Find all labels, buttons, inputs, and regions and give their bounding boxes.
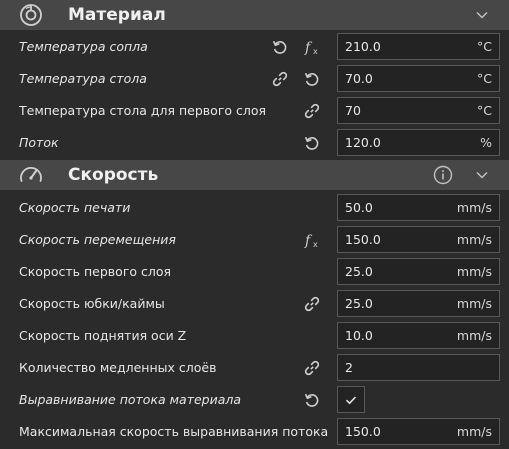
slower-layers-input[interactable]: 2 [337,354,500,381]
setting-row-flow-equalization-max-speed: Максимальная скорость выравнивания поток… [0,416,509,448]
nozzle-temperature-input[interactable]: 210.0 °C [337,33,500,60]
setting-label: Температура стола [19,71,147,86]
setting-row-print-speed: Скорость печати 50.0 mm/s [0,192,509,224]
setting-label: Температура стола для первого слоя [19,103,267,118]
setting-row-skirt-brim-speed: Скорость юбки/каймы 25.0 mm/s [0,288,509,320]
setting-label: Скорость перемещения [19,232,176,247]
flow-input[interactable]: 120.0 % [337,129,500,156]
setting-label: Поток [19,135,59,150]
checkmark-icon [345,396,357,405]
section-title-speed: Скорость [68,165,159,185]
setting-label: Максимальная скорость выравнивания поток… [19,424,329,439]
initial-layer-speed-input[interactable]: 25.0 mm/s [337,258,500,285]
setting-row-nozzle-temperature: Температура сопла 210.0 °C [0,31,509,63]
setting-label: Скорость поднятия оси Z [19,328,187,343]
setting-label: Количество медленных слоёв [19,360,217,375]
function-icon[interactable] [303,231,321,249]
reset-icon[interactable] [303,134,321,152]
flow-equalization-checkbox[interactable] [337,386,365,413]
setting-label: Скорость юбки/каймы [19,296,165,311]
section-title-material: Материал [68,5,166,25]
setting-row-z-hop-speed: Скорость поднятия оси Z 10.0 mm/s [0,320,509,352]
setting-label: Скорость печати [19,200,131,215]
link-icon[interactable] [303,359,321,377]
setting-row-bed-temperature: Температура стола 70.0 °C [0,63,509,95]
setting-label: Выравнивание потока материала [19,392,242,407]
print-speed-input[interactable]: 50.0 mm/s [337,194,500,221]
section-header-speed[interactable]: Скорость [0,160,509,190]
speedometer-icon [18,163,44,187]
setting-label: Скорость первого слоя [19,264,172,279]
setting-row-bed-temperature-initial-layer: Температура стола для первого слоя 70 °C [0,95,509,127]
info-icon[interactable] [433,165,453,185]
skirt-brim-speed-input[interactable]: 25.0 mm/s [337,290,500,317]
travel-speed-input[interactable]: 150.0 mm/s [337,226,500,253]
reset-icon[interactable] [271,38,289,56]
link-icon[interactable] [303,295,321,313]
setting-row-slower-layers: Количество медленных слоёв 2 [0,352,509,384]
bed-temperature-initial-layer-input[interactable]: 70 °C [337,97,500,124]
setting-label: Температура сопла [19,39,148,54]
function-icon[interactable] [303,38,321,56]
setting-row-flow-equalization: Выравнивание потока материала [0,384,509,416]
flow-equalization-max-speed-input[interactable]: 150.0 mm/s [337,418,500,445]
reset-icon[interactable] [303,391,321,409]
bed-temperature-input[interactable]: 70.0 °C [337,65,500,92]
z-hop-speed-input[interactable]: 10.0 mm/s [337,322,500,349]
reset-icon[interactable] [303,70,321,88]
link-icon[interactable] [271,70,289,88]
chevron-down-icon[interactable] [475,8,489,22]
link-icon[interactable] [303,102,321,120]
section-header-material[interactable]: Материал [0,0,509,30]
setting-row-initial-layer-speed: Скорость первого слоя 25.0 mm/s [0,256,509,288]
chevron-down-icon[interactable] [475,168,489,182]
setting-row-travel-speed: Скорость перемещения 150.0 mm/s [0,224,509,256]
spool-icon [18,3,44,27]
setting-row-flow: Поток 120.0 % [0,127,509,159]
